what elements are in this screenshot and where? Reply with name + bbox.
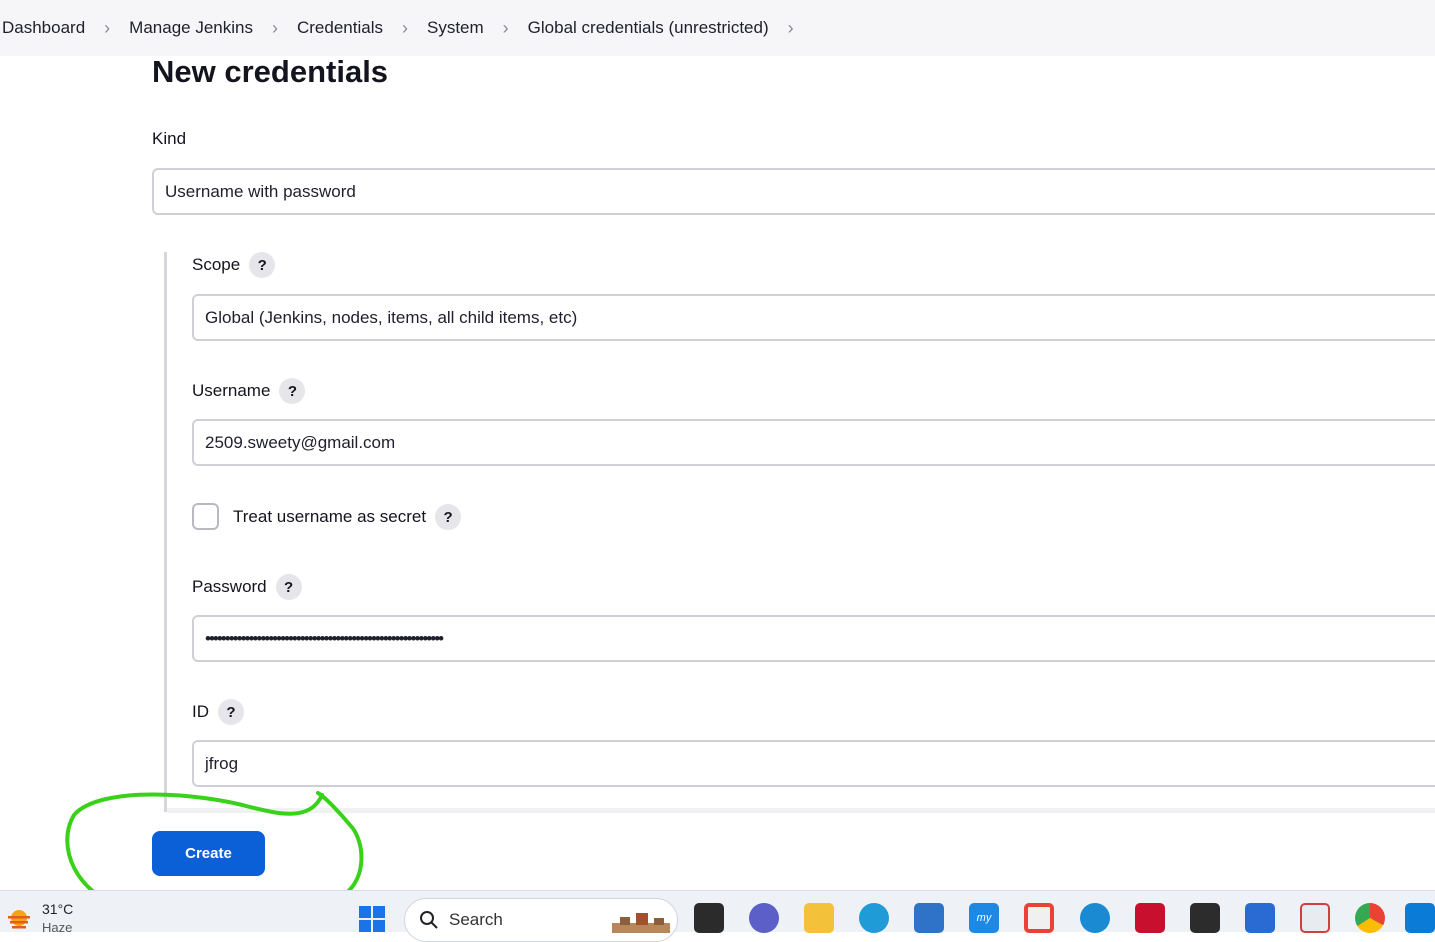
password-field[interactable]: ••••••••••••••••••••••••••••••••••••••••…: [192, 615, 1435, 662]
scope-label: Scope ?: [192, 252, 276, 278]
breadcrumb-system[interactable]: System: [427, 18, 484, 38]
chevron-right-icon: ›: [104, 17, 111, 38]
username-label: Username ?: [192, 378, 306, 404]
help-icon[interactable]: ?: [435, 504, 462, 530]
kind-label: Kind: [152, 129, 187, 148]
chevron-right-icon: ›: [271, 17, 278, 38]
edge-icon[interactable]: [859, 903, 889, 933]
breadcrumb: Dashboard › Manage Jenkins › Credentials…: [0, 0, 1435, 56]
id-label: ID ?: [192, 699, 244, 725]
kind-select[interactable]: Username with password: [152, 168, 1435, 215]
page-title: New credentials: [152, 54, 389, 89]
search-highlight-icon: [612, 913, 670, 933]
haze-weather-icon[interactable]: [6, 905, 32, 931]
breadcrumb-manage-jenkins[interactable]: Manage Jenkins: [129, 18, 253, 38]
weather-desc[interactable]: Haze: [42, 920, 72, 935]
folder-icon[interactable]: [804, 903, 834, 933]
nested-section-footer: [167, 808, 1435, 813]
create-button[interactable]: Create: [152, 831, 265, 876]
terminal-icon[interactable]: [1190, 903, 1220, 933]
store-icon[interactable]: [914, 903, 944, 933]
chevron-right-icon: ›: [502, 17, 509, 38]
chevron-right-icon: ›: [401, 17, 408, 38]
powershell-icon[interactable]: [1245, 903, 1275, 933]
breadcrumb-dashboard[interactable]: Dashboard: [2, 18, 85, 38]
breadcrumb-credentials[interactable]: Credentials: [297, 18, 383, 38]
chrome-icon[interactable]: [1355, 903, 1385, 933]
password-label: Password ?: [192, 574, 302, 600]
treat-username-secret-checkbox[interactable]: [192, 503, 219, 530]
help-icon[interactable]: [1080, 903, 1110, 933]
breadcrumb-global-credentials[interactable]: Global credentials (unrestricted): [528, 18, 769, 38]
help-icon[interactable]: ?: [249, 252, 276, 278]
help-icon[interactable]: ?: [275, 574, 302, 600]
git-icon[interactable]: [1024, 903, 1054, 933]
chevron-right-icon[interactable]: ›: [769, 18, 813, 39]
username-field[interactable]: 2509.sweety@gmail.com: [192, 419, 1435, 466]
snipping-tool-icon[interactable]: [1300, 903, 1330, 933]
myhp-icon[interactable]: my: [969, 903, 999, 933]
scope-select[interactable]: Global (Jenkins, nodes, items, all child…: [192, 294, 1435, 341]
windows-start-icon[interactable]: [358, 905, 386, 933]
file-explorer-icon[interactable]: [694, 903, 724, 933]
teams-icon[interactable]: [749, 903, 779, 933]
treat-username-secret-label: Treat username as secret ?: [233, 504, 462, 530]
mcafee-icon[interactable]: [1135, 903, 1165, 933]
help-icon[interactable]: ?: [279, 378, 306, 404]
taskbar-search[interactable]: Search: [404, 898, 678, 942]
nested-section-border: [164, 252, 167, 812]
search-icon: [420, 911, 438, 929]
vscode-icon[interactable]: [1405, 903, 1435, 933]
id-field[interactable]: jfrog: [192, 740, 1435, 787]
weather-temp[interactable]: 31°C: [42, 901, 73, 917]
help-icon[interactable]: ?: [218, 699, 244, 725]
